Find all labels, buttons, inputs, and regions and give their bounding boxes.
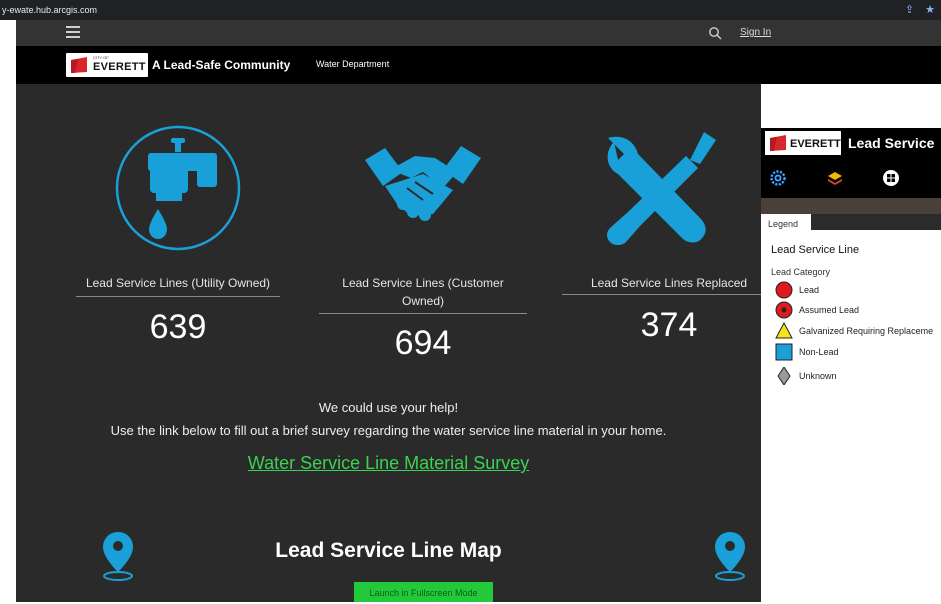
stat-label-utility-owned: Lead Service Lines (Utility Owned) <box>85 276 271 290</box>
stat-value-customer-owned: 694 <box>394 324 452 362</box>
blue-square-icon <box>775 343 793 361</box>
map-section-title: Lead Service Line Map <box>275 539 502 562</box>
menu-icon[interactable] <box>66 26 80 38</box>
divider <box>76 296 280 297</box>
legend-tab-bar: Legend <box>761 214 941 232</box>
help-heading: We could use your help! <box>318 400 459 415</box>
faucet-icon <box>115 125 241 251</box>
sign-in-link[interactable]: Sign In <box>740 27 771 38</box>
site-header: CITY OF EVERETT A Lead-Safe Community Wa… <box>16 46 941 84</box>
panel-strip <box>761 198 941 214</box>
top-nav: Sign In <box>16 20 941 46</box>
legend-item: Non-Lead <box>775 343 941 361</box>
logo-wordmark: EVERETT <box>93 61 146 73</box>
city-logo[interactable]: CITY OF EVERETT <box>66 53 148 77</box>
logo-emblem-icon <box>71 57 87 73</box>
stat-label-replaced: Lead Service Lines Replaced <box>590 276 748 290</box>
stat-value-replaced: 374 <box>640 306 698 344</box>
help-text: Use the link below to fill out a brief s… <box>110 423 667 438</box>
layers-icon[interactable] <box>826 169 844 187</box>
panel-city-logo: EVERETT <box>765 131 841 155</box>
main-content: Lead Service Lines (Utility Owned) 639 L… <box>16 84 761 602</box>
launch-fullscreen-button[interactable]: Launch in Fullscreen Mode <box>354 582 493 602</box>
legend-category-label: Lead Category <box>771 267 831 277</box>
panel-logo-wordmark: EVERETT <box>790 138 841 150</box>
legend-item-label: Non-Lead <box>799 347 839 357</box>
stat-label-customer-owned: Lead Service Lines (Customer Owned) <box>342 276 504 308</box>
share-icon[interactable]: ⇪ <box>905 4 914 16</box>
handshake-icon <box>365 146 481 221</box>
legend-item: Galvanized Requiring Replaceme <box>775 322 941 340</box>
logo-emblem-icon <box>770 135 786 151</box>
stat-value-utility-owned: 639 <box>149 308 207 346</box>
legend-item-label: Galvanized Requiring Replaceme <box>799 326 934 336</box>
legend-layer-title: Lead Service Line <box>771 244 860 256</box>
logo-cityof: CITY OF <box>93 55 109 60</box>
map-legend-panel: EVERETT Lead Service Legend Lead Service… <box>761 84 941 602</box>
search-icon[interactable] <box>708 26 722 40</box>
panel-title: Lead Service <box>848 135 935 151</box>
address-bar[interactable]: y-ewate.hub.arcgis.com <box>2 5 97 15</box>
basemap-grid-icon[interactable] <box>882 169 900 187</box>
legend-item-label: Assumed Lead <box>799 305 860 315</box>
tools-icon <box>607 132 716 245</box>
tab-legend[interactable]: Legend <box>761 214 811 232</box>
panel-header: EVERETT Lead Service <box>761 128 941 158</box>
bookmark-star-icon[interactable]: ★ <box>925 4 935 16</box>
divider <box>319 313 527 314</box>
divider <box>562 294 761 295</box>
browser-bar: y-ewate.hub.arcgis.com ⇪ ★ <box>0 0 941 20</box>
legend-item-label: Unknown <box>799 371 837 381</box>
legend-item: Lead <box>775 281 941 299</box>
settings-gear-icon[interactable] <box>769 169 787 187</box>
yellow-triangle-icon <box>775 322 793 339</box>
site-title[interactable]: A Lead-Safe Community <box>152 58 290 72</box>
legend-item-label: Lead <box>799 285 820 295</box>
gray-diamond-icon <box>777 367 791 385</box>
survey-link[interactable]: Water Service Line Material Survey <box>16 453 761 474</box>
red-circle-icon <box>775 281 793 299</box>
red-circle-dot-icon <box>775 301 793 319</box>
nav-link-water-department[interactable]: Water Department <box>316 59 389 69</box>
legend-item: Unknown <box>775 367 941 385</box>
panel-toolbar <box>761 158 941 198</box>
legend-item: Assumed Lead <box>775 301 941 319</box>
